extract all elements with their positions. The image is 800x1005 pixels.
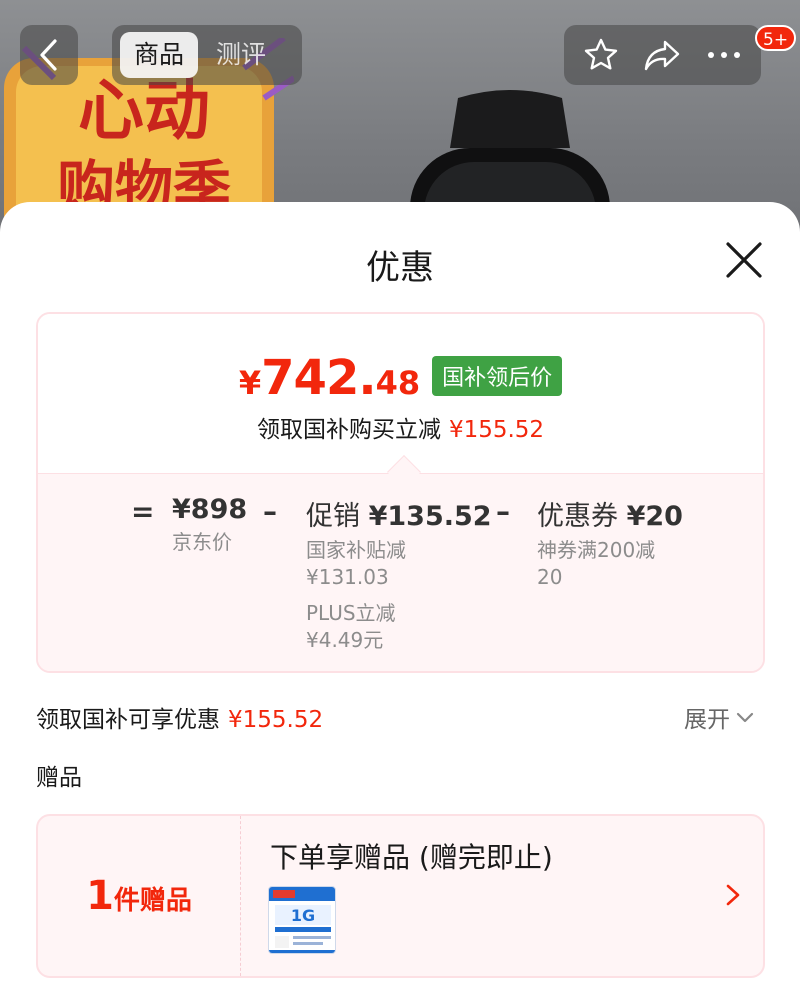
promo-detail: PLUS立减 [306, 601, 396, 625]
tab-review[interactable]: 测评 [202, 32, 280, 78]
price-tag: 国补领后价 [432, 356, 563, 396]
formula-coupon: 优惠券 ¥20 神券满200减 20 [537, 494, 683, 591]
promo-detail: ¥4.49元 [306, 628, 384, 652]
promo-detail: 国家补贴减 [306, 538, 406, 562]
base-price: ¥898 [172, 494, 248, 525]
gift-section-label: 赠品 [36, 765, 82, 791]
back-button[interactable] [20, 25, 78, 85]
gift-count-number: 1 [86, 873, 114, 919]
chevron-down-icon [736, 712, 754, 723]
claim-text: 领取国补购买立减 [256, 417, 441, 443]
message-badge: 5+ [755, 25, 797, 51]
share-icon [645, 40, 680, 71]
favorite-button[interactable] [576, 30, 626, 80]
gift-thumb-text: 1G [291, 906, 315, 925]
more-button[interactable] [699, 30, 749, 80]
share-button[interactable] [637, 30, 687, 80]
formula-promo: 促销 ¥135.52 国家补贴减 ¥131.03 PLUS立减 ¥4.49元 [306, 494, 492, 654]
gift-thumbnail: 1G [268, 886, 336, 954]
gift-card[interactable]: 1件赠品 下单享赠品 (赠完即止) 1G [36, 814, 765, 978]
chevron-left-icon [40, 39, 57, 71]
promo-value: ¥135.52 [368, 501, 492, 532]
expand-label: 展开 [684, 707, 730, 733]
price-integer: 742. [261, 350, 376, 406]
base-price-label: 京东价 [172, 530, 232, 554]
top-tabs: 商品 测评 [112, 25, 302, 85]
coupon-detail: 20 [537, 565, 563, 589]
price-decimal: 48 [375, 364, 421, 402]
minus-sign: – [496, 495, 510, 528]
more-dots-icon [708, 52, 741, 58]
claim-line: 领取国补购买立减 ¥155.52 [38, 410, 763, 444]
gift-count-suffix: 件赠品 [113, 886, 192, 916]
claim-amount: ¥155.52 [448, 417, 545, 443]
price-summary: ¥742.48 国补领后价 领取国补购买立减 ¥155.52 [38, 314, 763, 474]
close-icon[interactable] [722, 238, 766, 282]
final-price: ¥742.48 [239, 350, 420, 406]
coupon-title: 优惠券 [537, 501, 618, 532]
sim-card-image: 1G [269, 887, 335, 953]
sheet-title: 优惠 [366, 248, 434, 288]
promo-title: 促销 [306, 501, 360, 532]
discount-row: 领取国补可享优惠 ¥155.52 [36, 700, 323, 734]
gift-count-area: 1件赠品 [38, 816, 241, 976]
minus-sign: – [263, 495, 277, 528]
price-currency: ¥ [238, 364, 262, 402]
gift-count: 1件赠品 [86, 873, 192, 919]
discount-amount: ¥155.52 [228, 707, 324, 733]
expand-button[interactable]: 展开 [684, 700, 754, 734]
discount-sheet: 优惠 ¥742.48 国补领后价 领取国补购买立减 ¥155.52 = ¥898 … [0, 202, 800, 1005]
promo-detail: ¥131.03 [306, 565, 389, 589]
tab-product[interactable]: 商品 [120, 32, 199, 78]
gift-title: 下单享赠品 (赠完即止) [270, 841, 553, 874]
star-icon [584, 38, 618, 70]
coupon-value: ¥20 [626, 501, 683, 532]
top-actions [564, 25, 761, 85]
equals-sign: = [131, 495, 155, 528]
formula-base: ¥898 京东价 [172, 494, 247, 556]
price-breakdown-card: ¥742.48 国补领后价 领取国补购买立减 ¥155.52 = ¥898 京东价… [36, 312, 765, 673]
coupon-detail: 神券满200减 [537, 538, 656, 562]
discount-text: 领取国补可享优惠 [36, 707, 220, 733]
chevron-right-icon [726, 884, 740, 906]
